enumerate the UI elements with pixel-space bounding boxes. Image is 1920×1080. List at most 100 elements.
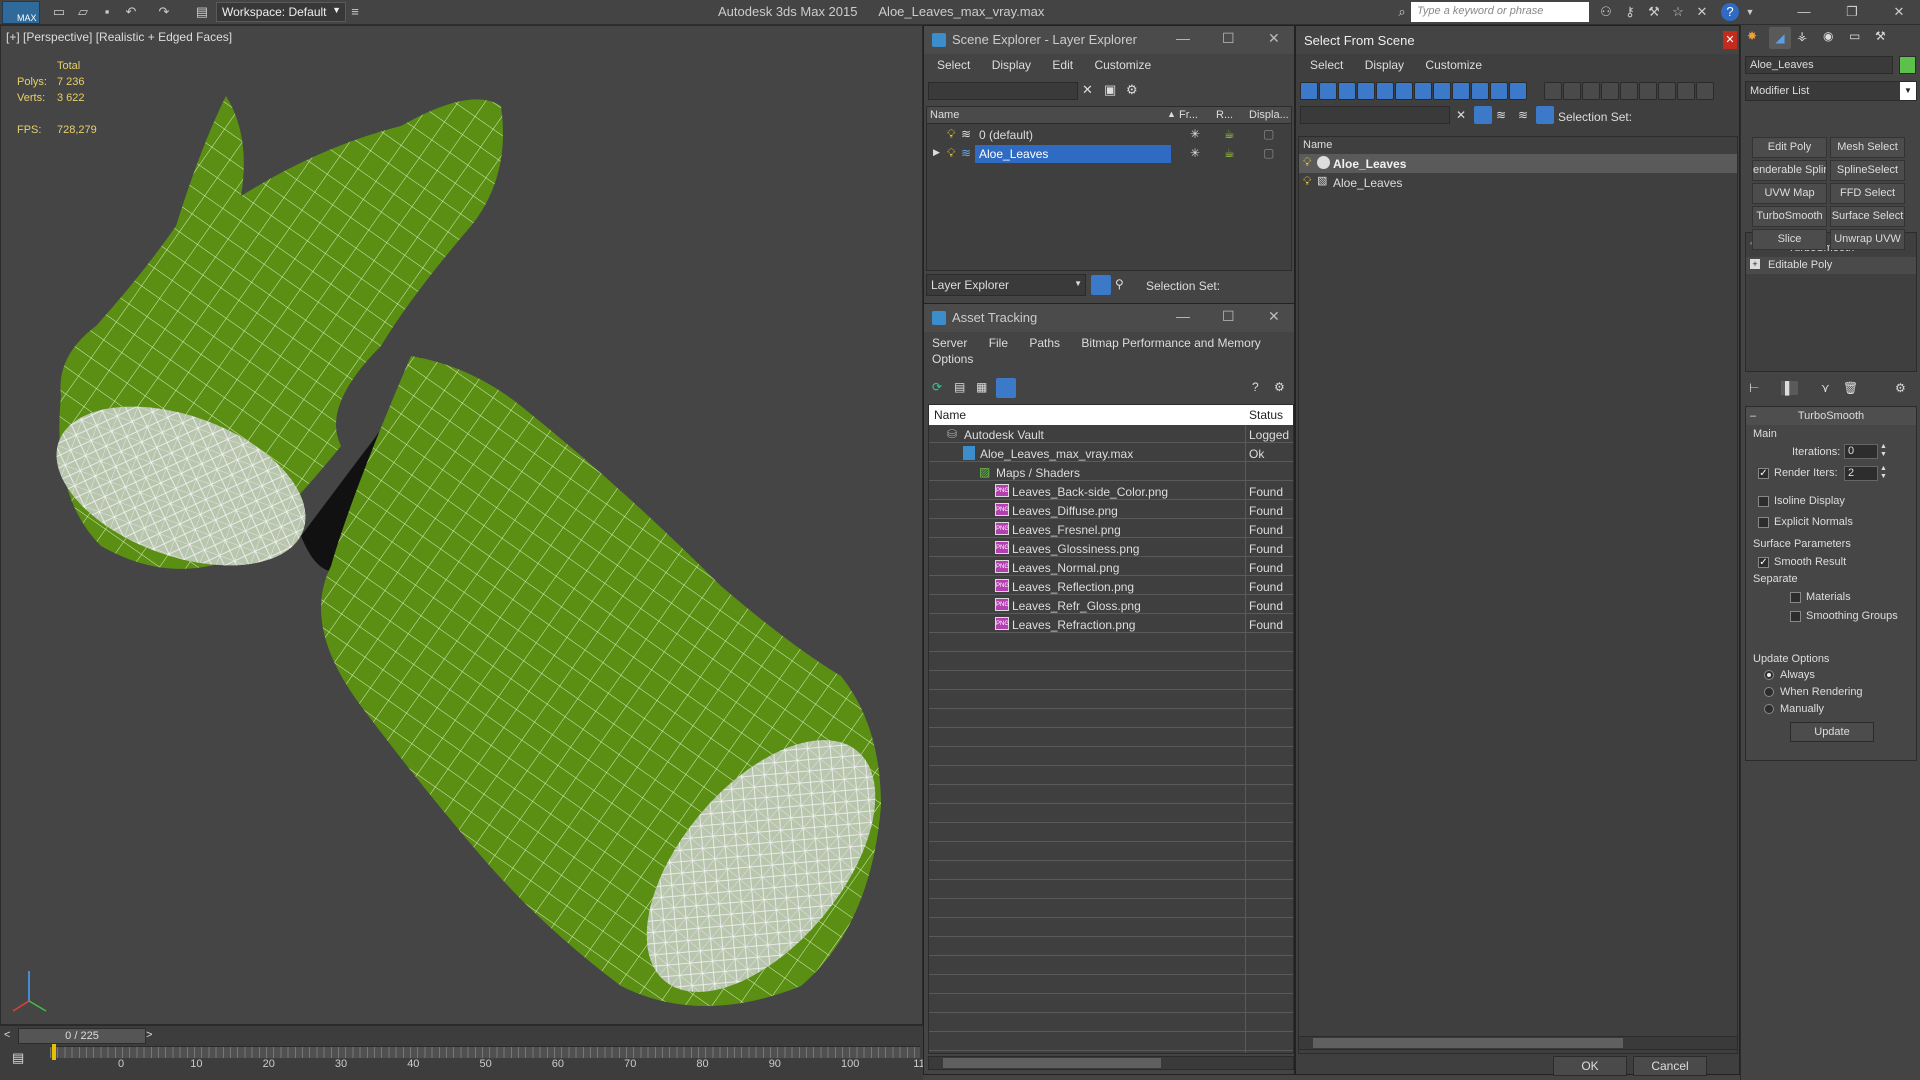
object-row[interactable]: 💡︎ Aloe_Leaves (1299, 154, 1737, 173)
save-file-icon[interactable]: ▪ (98, 3, 116, 21)
motion-tab-icon[interactable]: ◉ (1823, 29, 1833, 43)
expand-icon[interactable]: + (1750, 259, 1760, 269)
lightbulb-icon[interactable]: 💡︎ (1303, 155, 1311, 170)
restore-icon[interactable]: ❐ (1843, 3, 1861, 21)
open-file-icon[interactable]: ▱ (74, 3, 92, 21)
display-xrefs-icon[interactable] (1433, 82, 1451, 100)
menu-display[interactable]: Display (1365, 58, 1404, 72)
refresh-icon[interactable]: ⟳ (932, 380, 942, 394)
exchange-icon[interactable]: ✕ (1693, 3, 1711, 21)
asset-row[interactable]: ⛁ Autodesk Vault Logged (929, 425, 1293, 444)
display-bones-icon[interactable] (1452, 82, 1470, 100)
maximize-icon[interactable]: ☐ (1222, 308, 1235, 325)
scene-explorer-search-input[interactable] (928, 82, 1078, 100)
menu-customize[interactable]: Customize (1094, 58, 1151, 72)
help-dropdown-icon[interactable]: ▼ (1741, 3, 1759, 21)
maximize-icon[interactable]: ☐ (1222, 30, 1235, 47)
filter-icon[interactable] (1474, 106, 1492, 124)
workspace-menu-icon[interactable]: ≡ (346, 3, 364, 21)
display-lights-icon[interactable] (1338, 82, 1356, 100)
subscription-icon[interactable]: ⚒ (1645, 3, 1663, 21)
display-groups-icon[interactable] (1414, 82, 1432, 100)
menu-select[interactable]: Select (937, 58, 970, 72)
asset-row[interactable]: ▨ Maps / Shaders (929, 463, 1293, 482)
display-shapes-icon[interactable] (1319, 82, 1337, 100)
menu-customize[interactable]: Customize (1425, 58, 1482, 72)
table-view-icon[interactable]: ▦ (976, 380, 987, 394)
modifier-set-button[interactable]: Unwrap UVW (1830, 229, 1905, 250)
binoculars-icon[interactable]: ⚇ (1597, 3, 1615, 21)
hierarchy-tab-icon[interactable]: ⚶ (1797, 29, 1807, 43)
display-cameras-icon[interactable] (1357, 82, 1375, 100)
ok-button[interactable]: OK (1553, 1056, 1627, 1076)
select-horizontal-scrollbar[interactable] (1298, 1036, 1738, 1050)
next-frame-icon[interactable]: > (146, 1029, 152, 1041)
menu-server[interactable]: Server (932, 336, 967, 350)
hierarchy-icon[interactable]: ⚲ (1115, 277, 1124, 291)
col-name[interactable]: Name (934, 408, 966, 422)
col-status[interactable]: Status (1249, 408, 1283, 422)
help-icon[interactable]: ? (1721, 3, 1739, 21)
columns-icon[interactable] (1696, 82, 1714, 100)
display-invert-icon[interactable] (1582, 82, 1600, 100)
asset-row[interactable]: PNG Leaves_Diffuse.png Found (929, 501, 1293, 520)
modifier-set-button[interactable]: enderable Splir (1752, 160, 1827, 181)
display-tab-icon[interactable]: ▭ (1849, 29, 1860, 43)
modifier-set-button[interactable]: Surface Select (1830, 206, 1905, 227)
display-icon[interactable]: ▢ (1263, 146, 1274, 160)
display-none-icon[interactable] (1563, 82, 1581, 100)
utilities-tab-icon[interactable]: ⚒ (1875, 29, 1886, 43)
sort-by-layer-icon[interactable] (1091, 275, 1111, 295)
display-all-icon[interactable] (1544, 82, 1562, 100)
lightbulb-icon[interactable]: 💡︎ (947, 146, 955, 161)
filter-icon[interactable]: ▣ (1104, 82, 1116, 98)
hierarchy-view-icon[interactable] (1677, 82, 1695, 100)
configure-sets-icon[interactable]: ⚙ (1895, 381, 1906, 395)
star-icon[interactable]: ☆ (1669, 3, 1687, 21)
asset-row[interactable]: PNG Leaves_Glossiness.png Found (929, 539, 1293, 558)
trackbar[interactable] (50, 1046, 920, 1058)
prev-frame-icon[interactable]: < (4, 1029, 10, 1041)
object-color-swatch[interactable] (1899, 56, 1916, 74)
asset-row[interactable]: PNG Leaves_Refraction.png Found (929, 615, 1293, 634)
spinner-arrows-icon[interactable]: ▲ ▼ (1880, 465, 1887, 481)
update-button[interactable]: Update (1790, 722, 1874, 742)
display-helpers-icon[interactable] (1376, 82, 1394, 100)
layer-stack-icon[interactable]: ≋ (1518, 108, 1528, 122)
layer-explorer-dropdown[interactable]: Layer Explorer ▼ (926, 274, 1086, 296)
time-slider[interactable]: 0 / 225 (18, 1028, 146, 1044)
vault-settings-icon[interactable]: ⚙ (1274, 380, 1285, 394)
close-icon[interactable]: ✕ (1723, 31, 1737, 49)
spinner-arrows-icon[interactable]: ▲ ▼ (1880, 443, 1887, 459)
perspective-viewport[interactable]: [+] [Perspective] [Realistic + Edged Fac… (0, 25, 923, 1025)
rollout-header[interactable]: – TurboSmooth (1746, 407, 1916, 425)
viewport-label[interactable]: [+] [Perspective] [Realistic + Edged Fac… (6, 30, 232, 44)
manually-radio[interactable]: Manually (1764, 703, 1824, 715)
create-tab-icon[interactable]: ✸ (1747, 29, 1757, 43)
select-from-scene-header[interactable]: Select From Scene ✕ (1296, 26, 1739, 54)
layer-row[interactable]: ▶ 💡︎ ≋ Aloe_Leaves ✳ ☕︎ ▢ (927, 145, 1291, 164)
scene-explorer-header[interactable]: Scene Explorer - Layer Explorer — ☐ ✕ (924, 26, 1294, 54)
minimize-icon[interactable]: — (1176, 30, 1190, 46)
col-render[interactable]: R... (1216, 109, 1233, 121)
asset-row[interactable]: PNG Leaves_Reflection.png Found (929, 577, 1293, 596)
modifier-set-button[interactable]: Mesh Select (1830, 137, 1905, 158)
menu-paths[interactable]: Paths (1029, 336, 1060, 350)
lightbulb-icon[interactable]: 💡︎ (947, 127, 955, 142)
search-icon[interactable]: ⌕ (1393, 3, 1411, 21)
new-file-icon[interactable]: ▭ (50, 3, 68, 21)
col-name[interactable]: Name (930, 109, 959, 121)
menu-file[interactable]: File (989, 336, 1008, 350)
render-icon[interactable]: ☕︎ (1224, 127, 1235, 141)
menu-edit[interactable]: Edit (1052, 58, 1073, 72)
asset-row[interactable]: PNG Leaves_Normal.png Found (929, 558, 1293, 577)
clear-search-icon[interactable]: ✕ (1082, 82, 1093, 98)
minimize-icon[interactable]: — (1176, 308, 1190, 324)
display-frozen-icon[interactable] (1490, 82, 1508, 100)
remove-modifier-icon[interactable]: 🗑︎ (1843, 381, 1858, 395)
keyword-search-input[interactable]: Type a keyword or phrase (1411, 2, 1589, 22)
modifier-set-button[interactable]: FFD Select (1830, 183, 1905, 204)
iterations-spinner[interactable]: 0 (1844, 444, 1878, 459)
pin-stack-icon[interactable]: ⊢ (1749, 381, 1759, 395)
asset-horizontal-scrollbar[interactable] (928, 1056, 1294, 1070)
